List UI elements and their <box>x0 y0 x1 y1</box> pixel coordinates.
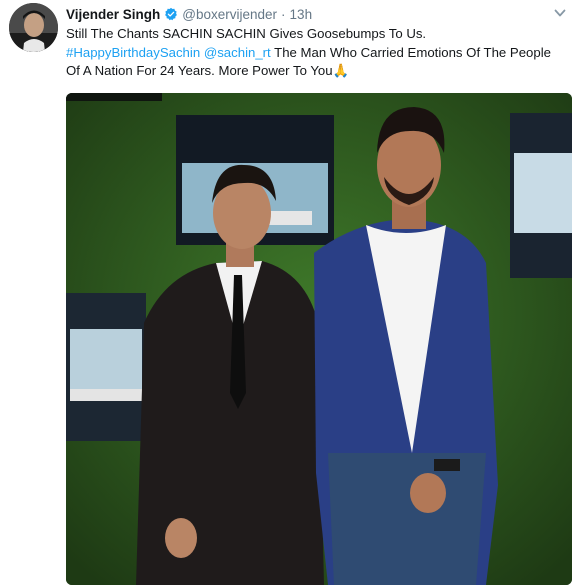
tweet-line-2-text: The Man Who Carried Emotions Of The Peop… <box>270 44 551 60</box>
tweet-line-3-text: Of A Nation For 24 Years. More Power To … <box>66 63 333 78</box>
tweet-line-1: Still The Chants SACHIN SACHIN Gives Goo… <box>66 26 427 41</box>
tweet-timestamp[interactable]: 13h <box>290 7 313 22</box>
author-handle[interactable]: @boxervijender <box>182 7 277 22</box>
chevron-down-icon[interactable] <box>553 6 567 20</box>
folded-hands-emoji: 🙏 <box>332 63 350 78</box>
tweet-line-2: #HappyBirthdaySachin @sachin_rt The Man … <box>66 44 571 63</box>
tweet-photo[interactable] <box>66 93 572 585</box>
avatar-image <box>9 3 58 52</box>
tweet-line-3: Of A Nation For 24 Years. More Power To … <box>66 62 571 81</box>
tweet-header: Vijender Singh @boxervijender · 13h <box>66 5 312 23</box>
verified-badge-icon <box>165 7 178 21</box>
mention-link[interactable]: @sachin_rt <box>204 45 271 60</box>
header-separator: · <box>281 6 286 22</box>
two-men-posing-photo <box>66 93 572 585</box>
tweet-text: Still The Chants SACHIN SACHIN Gives Goo… <box>66 25 571 81</box>
author-name[interactable]: Vijender Singh <box>66 7 160 22</box>
author-avatar[interactable] <box>9 3 58 52</box>
hashtag-link[interactable]: #HappyBirthdaySachin <box>66 45 200 60</box>
